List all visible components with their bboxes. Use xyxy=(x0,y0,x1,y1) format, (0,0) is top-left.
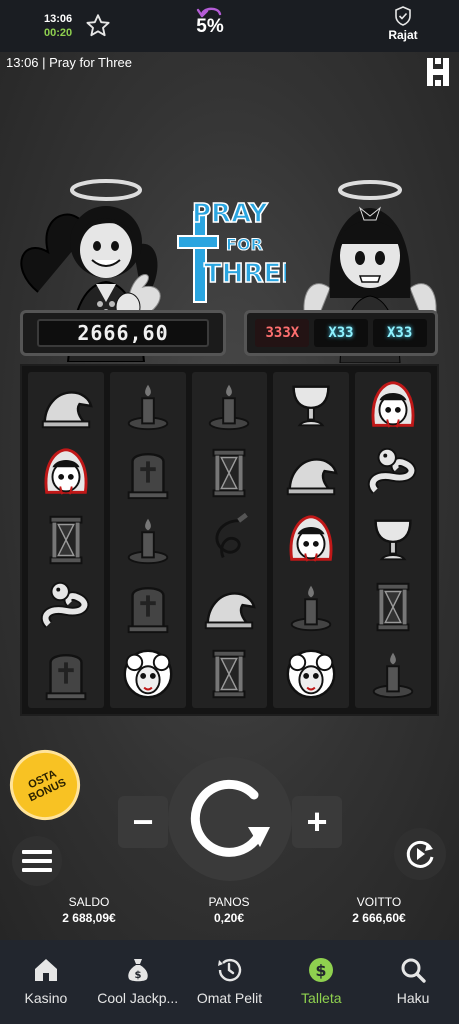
hourglass-symbol-icon xyxy=(197,442,261,504)
spin-arrow-icon xyxy=(190,779,270,857)
svg-text:$: $ xyxy=(134,970,141,981)
bet-label: PANOS xyxy=(208,895,250,909)
hourglass-symbol-icon xyxy=(361,576,425,638)
maid-symbol-icon xyxy=(361,375,425,437)
hourglass-symbol-icon xyxy=(197,643,261,705)
autoplay-button[interactable] xyxy=(394,828,446,880)
svg-text:$: $ xyxy=(316,961,327,980)
win-amount: 2666,60 xyxy=(37,319,209,347)
tombstone-symbol-icon xyxy=(34,643,98,705)
crow-symbol-icon xyxy=(197,576,261,638)
rtp-indicator[interactable]: 5% xyxy=(188,4,232,38)
snake-symbol-icon xyxy=(361,442,425,504)
return-percent: 5% xyxy=(196,16,224,37)
balance-label: SALDO xyxy=(68,895,110,909)
candle-symbol-icon xyxy=(197,375,261,437)
nav-label: Omat Pelit xyxy=(196,990,263,1006)
logo-word-3: THREE xyxy=(204,259,286,289)
nav-omat-pelit[interactable]: Omat Pelit xyxy=(184,940,276,1024)
nav-kasino[interactable]: Kasino xyxy=(0,940,92,1024)
candle-symbol-icon xyxy=(361,643,425,705)
balance-stat: SALDO 2 688,09€ xyxy=(44,894,134,926)
nav-haku[interactable]: Haku xyxy=(367,940,459,1024)
spin-button[interactable] xyxy=(168,757,292,881)
reel-column-2 xyxy=(109,372,186,708)
home-icon xyxy=(34,959,57,981)
logo-word-2: FOR xyxy=(226,235,263,254)
game-title: 13:06 | Pray for Three xyxy=(6,55,132,70)
bet-value: 0,20€ xyxy=(213,911,245,925)
reel-grid xyxy=(20,364,439,716)
limits-button[interactable]: Rajat xyxy=(380,6,426,42)
reel-column-1 xyxy=(28,372,104,708)
reel-column-5 xyxy=(355,372,431,708)
nav-cool-jackpots[interactable]: $ Cool Jackp... xyxy=(92,940,184,1024)
moneybag-icon: $ xyxy=(127,959,148,982)
nav-talleta[interactable]: $ Talleta xyxy=(275,940,367,1024)
win-stat: VOITTO 2 666,60€ xyxy=(334,894,424,926)
hamburger-icon xyxy=(22,850,52,872)
nav-label: Talleta xyxy=(301,990,342,1006)
pray-for-three-logo: PRAY FOR THREE xyxy=(177,198,286,303)
win-label: VOITTO xyxy=(356,895,402,909)
maid-symbol-icon xyxy=(279,509,343,571)
crow-symbol-icon xyxy=(279,442,343,504)
favorite-star-icon[interactable] xyxy=(84,12,112,40)
clock-time: 13:06 xyxy=(44,13,73,25)
reel-column-4 xyxy=(273,372,350,708)
win-value: 2 666,60€ xyxy=(352,911,406,925)
session-time: 00:20 xyxy=(44,27,73,39)
candle-symbol-icon xyxy=(116,509,180,571)
nav-label: Kasino xyxy=(24,990,68,1006)
snake-symbol-icon xyxy=(34,576,98,638)
logo-word-1: PRAY xyxy=(192,199,269,229)
shield-icon xyxy=(395,6,411,26)
provider-logo-icon xyxy=(427,58,449,86)
menu-button[interactable] xyxy=(12,836,62,886)
multiplier-2: X33 xyxy=(313,319,368,347)
tombstone-symbol-icon xyxy=(116,576,180,638)
multiplier-3: X33 xyxy=(372,319,427,347)
history-icon xyxy=(218,958,242,982)
lamb-symbol-icon xyxy=(279,643,343,705)
candle-symbol-icon xyxy=(116,375,180,437)
bottom-navigation: Kasino $ Cool Jackp... Omat Pelit $ Tall… xyxy=(0,940,459,1024)
top-status-bar: 13:06 00:20 5% Rajat xyxy=(0,0,459,52)
lamb-symbol-icon xyxy=(116,643,180,705)
tombstone-symbol-icon xyxy=(116,442,180,504)
increase-bet-button[interactable]: + xyxy=(292,796,342,848)
decrease-bet-button[interactable]: − xyxy=(118,796,168,848)
balance-value: 2 688,09€ xyxy=(62,911,116,925)
game-area: 13:06 | Pray for Three PRAY FOR THRE 266… xyxy=(0,52,459,940)
bet-stat: PANOS 0,20€ xyxy=(184,894,274,926)
autoplay-icon xyxy=(406,840,434,868)
hourglass-symbol-icon xyxy=(34,509,98,571)
whip-symbol-icon xyxy=(197,509,261,571)
candle-symbol-icon xyxy=(279,576,343,638)
reel-column-3 xyxy=(191,372,268,708)
buy-bonus-button[interactable]: OSTA BONUS xyxy=(0,738,92,832)
dollar-icon: $ xyxy=(309,958,334,982)
maid-symbol-icon xyxy=(34,442,98,504)
multiplier-1: 333X xyxy=(255,319,310,347)
nav-label: Haku xyxy=(396,990,430,1006)
chalice-symbol-icon xyxy=(361,509,425,571)
win-display: 2666,60 xyxy=(20,310,226,356)
nav-label: Cool Jackp... xyxy=(97,990,179,1006)
limits-label: Rajat xyxy=(388,28,418,42)
clock-block: 13:06 00:20 xyxy=(44,12,72,40)
crow-symbol-icon xyxy=(34,375,98,437)
search-icon xyxy=(401,958,426,983)
multiplier-display: 333X X33 X33 xyxy=(244,310,438,356)
chalice-symbol-icon xyxy=(279,375,343,437)
